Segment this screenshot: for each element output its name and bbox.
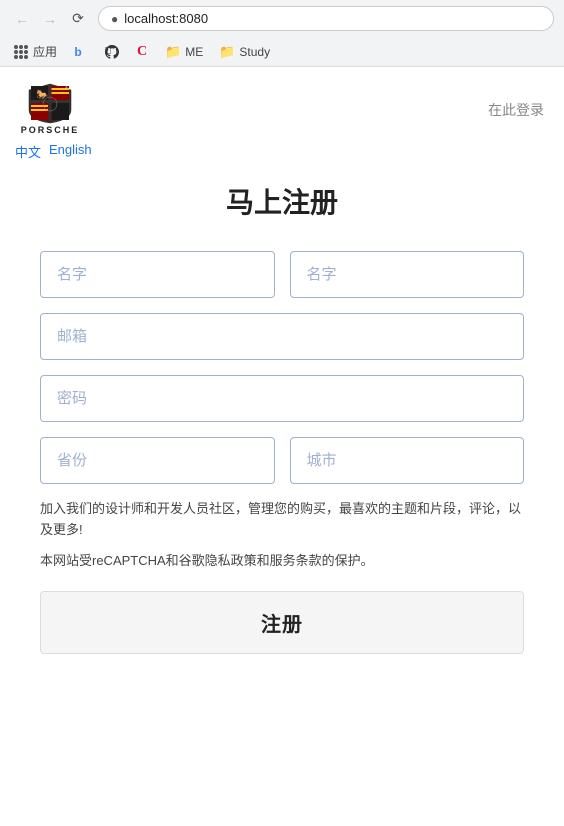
nav-buttons: ← → ⟳ (10, 7, 90, 31)
bookmarks-bar: 应用 b  C 📁 ME 📁 Study (0, 37, 564, 66)
location-row (40, 437, 524, 484)
email-group (40, 313, 524, 360)
language-links: 中文 English (15, 142, 549, 161)
page-title: 马上注册 (40, 181, 524, 221)
browser-toolbar: ← → ⟳ ● localhost:8080 (0, 0, 564, 37)
back-button[interactable]: ← (10, 7, 34, 31)
porsche-wordmark: PORSCHE (21, 125, 80, 135)
porsche-crest-icon: 🐎 ® (25, 82, 75, 124)
bookmark-me[interactable]: 📁 ME (159, 42, 209, 62)
svg-text:🐎: 🐎 (36, 89, 49, 101)
bookmark-github[interactable]:  (95, 43, 125, 61)
language-bar: 中文 English (0, 142, 564, 171)
me-folder-icon: 📁 (165, 44, 181, 60)
city-input[interactable] (290, 437, 525, 484)
password-input[interactable] (40, 375, 524, 422)
page-header: 🐎 ® PORSCHE 在此登录 (0, 67, 564, 142)
me-label: ME (185, 45, 203, 59)
study-folder-icon: 📁 (219, 44, 235, 60)
registration-form: 加入我们的设计师和开发人员社区，管理您的购买，最喜欢的主题和片段，评论，以及更多… (40, 251, 524, 654)
email-input[interactable] (40, 313, 524, 360)
last-name-input[interactable] (290, 251, 525, 298)
recaptcha-text: 本网站受reCAPTCHA和谷歌隐私政策和服务条款的保护。 (40, 551, 524, 572)
apps-grid-icon (14, 45, 28, 59)
apps-label: 应用 (33, 43, 57, 60)
github-icon (105, 45, 119, 59)
province-input[interactable] (40, 437, 275, 484)
submit-button[interactable]: 注册 (40, 591, 524, 654)
browser-chrome: ← → ⟳ ● localhost:8080 应用 b (0, 0, 564, 67)
b-favicon: b (71, 45, 85, 59)
chinese-lang-link[interactable]: 中文 (15, 142, 41, 161)
porsche-logo: 🐎 ® PORSCHE (15, 82, 85, 137)
password-group (40, 375, 524, 422)
page-content: 🐎 ® PORSCHE 在此登录 中文 English 马上注册 (0, 67, 564, 807)
apps-bookmark[interactable]: 应用 (10, 41, 61, 62)
login-link[interactable]: 在此登录 (488, 100, 544, 120)
reload-button[interactable]: ⟳ (66, 7, 90, 31)
bookmark-study[interactable]: 📁 Study (213, 42, 276, 62)
bookmark-b[interactable]: b (65, 43, 91, 61)
lock-icon: ● (111, 12, 118, 26)
url-display: localhost:8080 (124, 11, 208, 26)
study-label: Study (239, 45, 270, 59)
c-favicon: C (135, 45, 149, 59)
first-name-input[interactable] (40, 251, 275, 298)
description-text: 加入我们的设计师和开发人员社区，管理您的购买，最喜欢的主题和片段，评论，以及更多… (40, 499, 524, 541)
english-lang-link[interactable]: English (49, 142, 92, 161)
svg-text:®: ® (65, 85, 68, 90)
name-row (40, 251, 524, 298)
address-bar[interactable]: ● localhost:8080 (98, 6, 554, 31)
bookmark-c[interactable]: C (129, 43, 155, 61)
main-form-area: 马上注册 加入我们的设计师和开发人员社区，管理您的购买，最喜欢的主题和片段，评 (0, 171, 564, 674)
forward-button[interactable]: → (38, 7, 62, 31)
